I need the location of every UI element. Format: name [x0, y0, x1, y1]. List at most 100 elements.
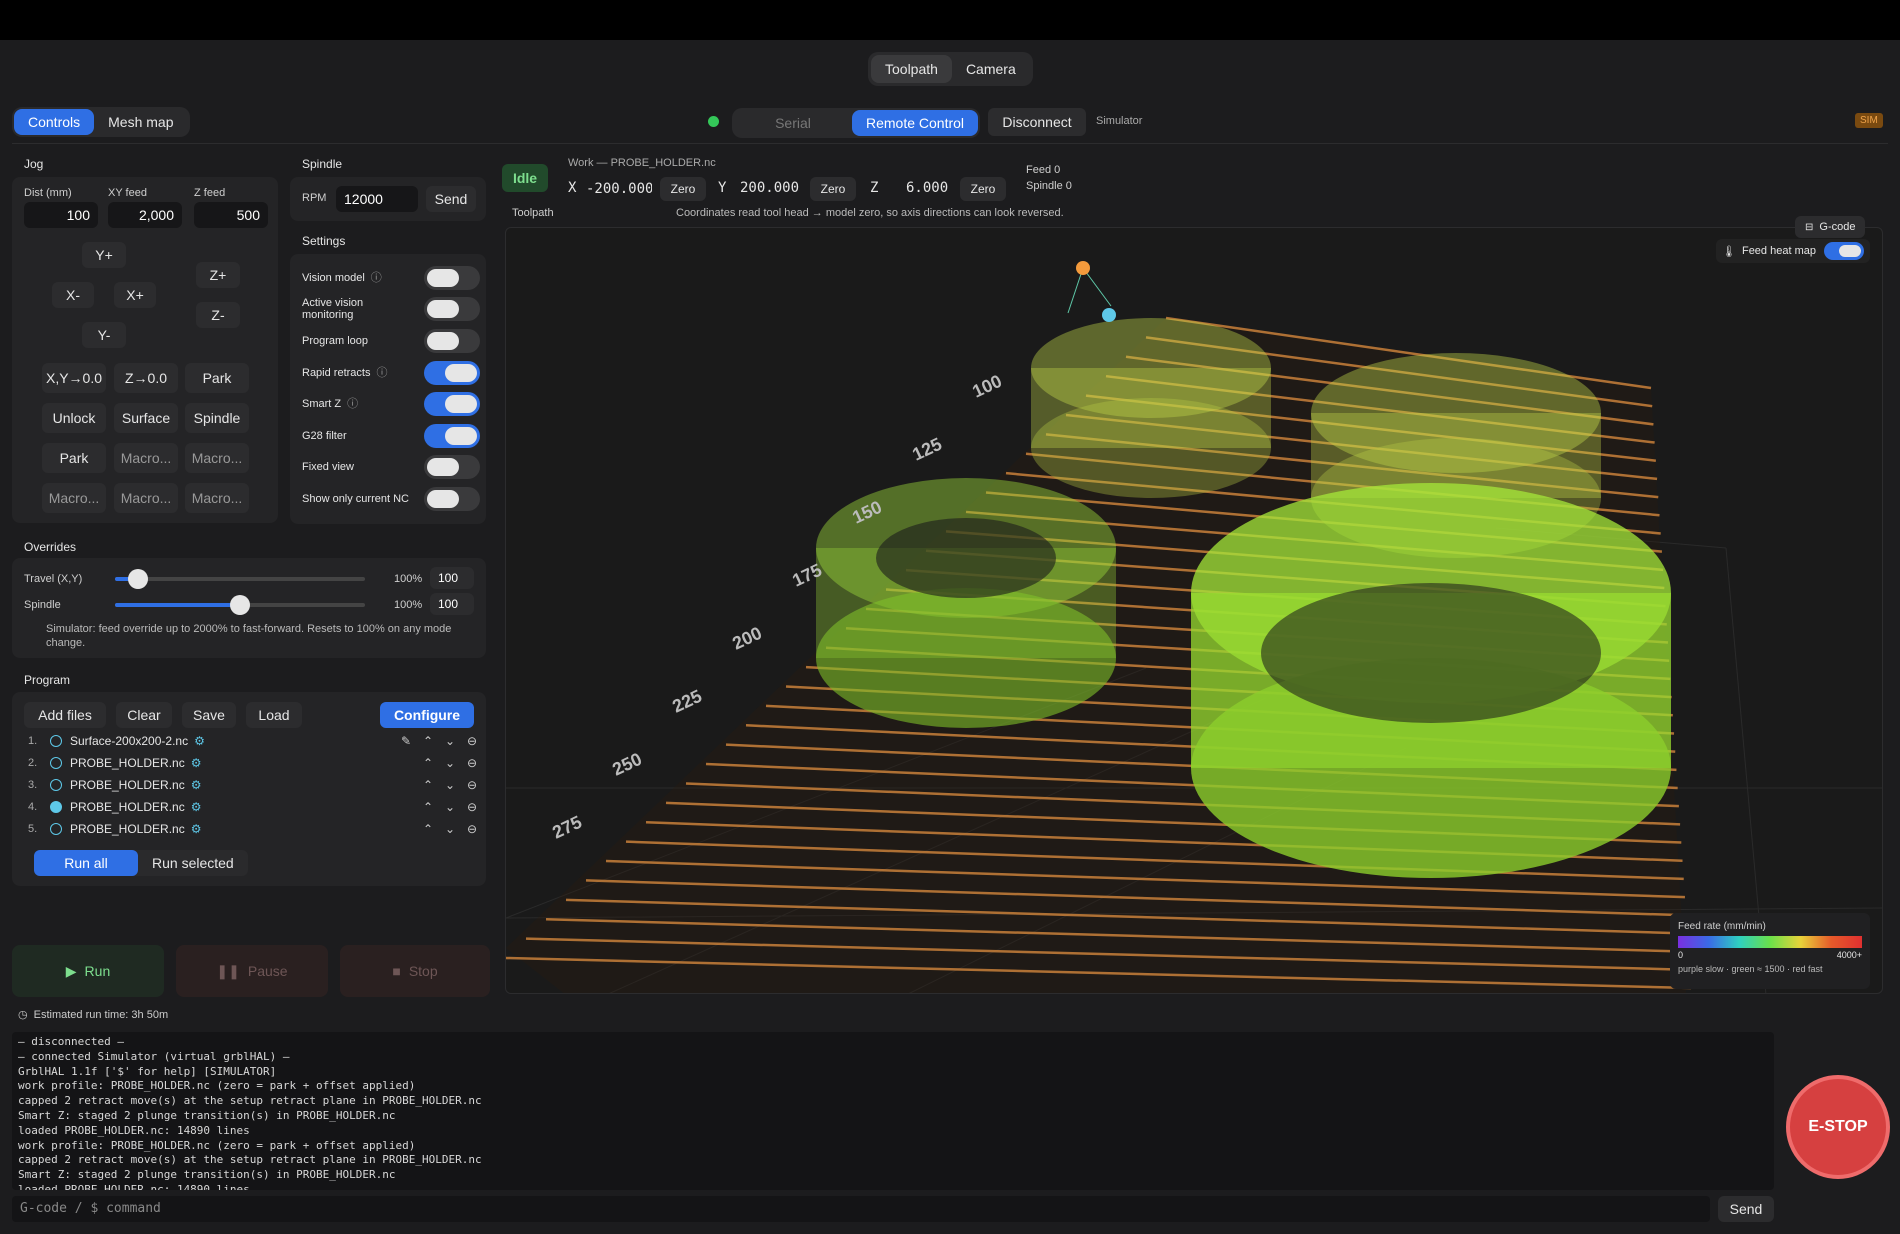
jog-z-plus-button[interactable]: Z+ — [196, 262, 240, 288]
remove-icon[interactable]: ⊖ — [461, 734, 483, 748]
setting-toggle[interactable] — [424, 455, 480, 480]
program-file-row[interactable]: 3. PROBE_HOLDER.nc ⚙ ⌃ ⌄ ⊖ — [28, 775, 483, 795]
setting-toggle[interactable] — [424, 297, 480, 322]
remove-icon[interactable]: ⊖ — [461, 800, 483, 814]
file-settings-icon[interactable]: ⚙ — [191, 800, 202, 814]
jog-y-minus-button[interactable]: Y- — [82, 322, 126, 348]
program-file-row[interactable]: 2. PROBE_HOLDER.nc ⚙ ⌃ ⌄ ⊖ — [28, 753, 483, 773]
estop-button[interactable]: E-STOP — [1786, 1075, 1890, 1179]
tab-camera[interactable]: Camera — [952, 55, 1030, 83]
file-status-icon[interactable] — [50, 757, 62, 769]
clear-button[interactable]: Clear — [116, 702, 172, 728]
run-button[interactable]: ▶ Run — [12, 945, 164, 997]
spindle-override-slider[interactable] — [115, 595, 365, 615]
file-status-icon[interactable] — [50, 801, 62, 813]
z-feed-input[interactable]: 500 — [194, 202, 268, 228]
file-settings-icon[interactable]: ⚙ — [191, 822, 202, 836]
configure-button[interactable]: Configure — [380, 702, 474, 728]
gcode-button[interactable]: ⊟ G-code — [1795, 216, 1866, 238]
stop-button[interactable]: ■ Stop — [340, 945, 490, 997]
setting-toggle[interactable] — [424, 392, 480, 417]
move-up-icon[interactable]: ⌃ — [417, 734, 439, 748]
command-input[interactable]: G-code / $ command — [12, 1196, 1710, 1222]
pause-button[interactable]: ❚❚ Pause — [176, 945, 328, 997]
surface-button[interactable]: Surface — [114, 403, 178, 433]
setting-label: Rapid retracts — [302, 366, 371, 379]
setting-toggle[interactable] — [424, 360, 480, 385]
move-up-icon[interactable]: ⌃ — [417, 822, 439, 836]
info-icon[interactable]: ⓘ — [371, 272, 382, 284]
travel-override-slider[interactable] — [115, 569, 365, 589]
remove-icon[interactable]: ⊖ — [461, 778, 483, 792]
add-files-button[interactable]: Add files — [24, 702, 106, 728]
move-up-icon[interactable]: ⌃ — [417, 800, 439, 814]
macro-button-4[interactable]: Macro... — [114, 483, 178, 513]
travel-override-input[interactable]: 100 — [430, 567, 474, 589]
macro-button-5[interactable]: Macro... — [185, 483, 249, 513]
move-down-icon[interactable]: ⌄ — [439, 800, 461, 814]
tab-remote-control[interactable]: Remote Control — [852, 110, 979, 136]
park-button[interactable]: Park — [185, 363, 249, 393]
unlock-button[interactable]: Unlock — [42, 403, 106, 433]
zero-x-button[interactable]: Zero — [660, 177, 706, 201]
load-button[interactable]: Load — [246, 702, 302, 728]
run-selected-button[interactable]: Run selected — [138, 850, 248, 876]
spindle-override-input[interactable]: 100 — [430, 593, 474, 615]
program-file-row[interactable]: 4. PROBE_HOLDER.nc ⚙ ⌃ ⌄ ⊖ — [28, 797, 483, 817]
macro-button-2[interactable]: Macro... — [185, 443, 249, 473]
zero-xy-button[interactable]: X,Y→0.0 — [42, 363, 106, 393]
disconnect-button[interactable]: Disconnect — [988, 108, 1086, 136]
macro-button-1[interactable]: Macro... — [114, 443, 178, 473]
tab-mesh-map[interactable]: Mesh map — [94, 109, 187, 135]
console-log[interactable]: — disconnected — — connected Simulator (v… — [12, 1032, 1774, 1190]
move-down-icon[interactable]: ⌄ — [439, 756, 461, 770]
file-status-icon[interactable] — [50, 735, 62, 747]
zero-y-button[interactable]: Zero — [810, 177, 856, 201]
setting-toggle[interactable] — [424, 265, 480, 290]
file-status-icon[interactable] — [50, 823, 62, 835]
program-file-row[interactable]: 1. Surface-200x200-2.nc ⚙ ✎ ⌃ ⌄ ⊖ — [28, 731, 483, 751]
info-icon[interactable]: ⓘ — [347, 398, 358, 410]
info-icon[interactable]: ⓘ — [376, 367, 387, 379]
edit-icon[interactable]: ✎ — [395, 734, 417, 748]
move-up-icon[interactable]: ⌃ — [417, 778, 439, 792]
move-up-icon[interactable]: ⌃ — [417, 756, 439, 770]
spindle-override-handle[interactable] — [230, 595, 250, 615]
setting-toggle[interactable] — [424, 328, 480, 353]
rpm-input[interactable]: 12000 — [336, 186, 418, 212]
travel-override-handle[interactable] — [127, 569, 148, 589]
setting-toggle[interactable] — [424, 423, 480, 448]
remove-icon[interactable]: ⊖ — [461, 756, 483, 770]
jog-z-minus-button[interactable]: Z- — [196, 302, 240, 328]
xy-feed-input[interactable]: 2,000 — [108, 202, 182, 228]
run-all-button[interactable]: Run all — [34, 850, 138, 876]
move-down-icon[interactable]: ⌄ — [439, 734, 461, 748]
tab-serial[interactable]: Serial — [734, 110, 852, 136]
jog-x-minus-button[interactable]: X- — [52, 282, 94, 308]
file-settings-icon[interactable]: ⚙ — [191, 756, 202, 770]
program-file-row[interactable]: 5. PROBE_HOLDER.nc ⚙ ⌃ ⌄ ⊖ — [28, 819, 483, 839]
move-down-icon[interactable]: ⌄ — [439, 778, 461, 792]
save-button[interactable]: Save — [182, 702, 236, 728]
remove-icon[interactable]: ⊖ — [461, 822, 483, 836]
spindle-send-button[interactable]: Send — [426, 186, 476, 212]
file-settings-icon[interactable]: ⚙ — [191, 778, 202, 792]
move-down-icon[interactable]: ⌄ — [439, 822, 461, 836]
zero-z-button[interactable]: Z→0.0 — [114, 363, 178, 393]
toolpath-3d-view[interactable]: 100125150175200225250275 — [506, 228, 1883, 994]
tab-controls[interactable]: Controls — [14, 109, 95, 135]
jog-y-plus-button[interactable]: Y+ — [82, 242, 126, 268]
jog-x-plus-button[interactable]: X+ — [114, 282, 156, 308]
feed-heatmap-toggle[interactable] — [1823, 242, 1864, 260]
spindle-button[interactable]: Spindle — [185, 403, 249, 433]
park-button-2[interactable]: Park — [42, 443, 106, 473]
macro-button-3[interactable]: Macro... — [42, 483, 106, 513]
dist-input[interactable]: 100 — [24, 202, 98, 228]
command-send-button[interactable]: Send — [1718, 1196, 1774, 1222]
tab-toolpath[interactable]: Toolpath — [871, 55, 952, 83]
toolpath-viewport[interactable]: 100 125 150 175 200 225 250 275 — [505, 227, 1883, 994]
zero-z-dro-button[interactable]: Zero — [960, 177, 1006, 201]
file-settings-icon[interactable]: ⚙ — [194, 734, 205, 748]
file-status-icon[interactable] — [50, 779, 62, 791]
setting-toggle[interactable] — [424, 486, 480, 511]
